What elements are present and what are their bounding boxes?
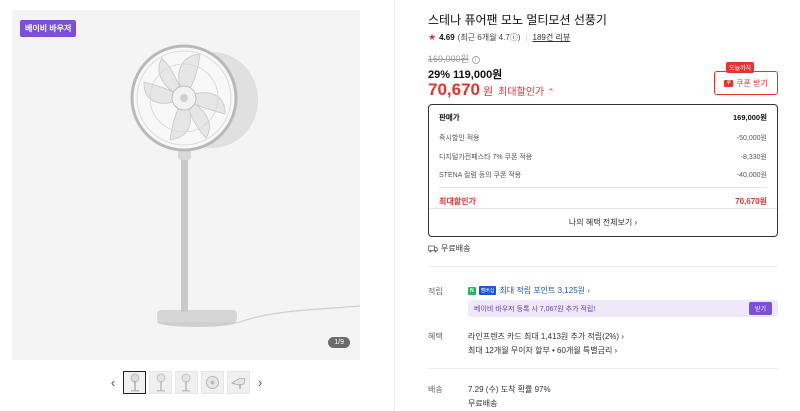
coupon-download-button[interactable]: 쿠 쿠폰 받기 bbox=[714, 71, 778, 95]
original-price: 169,000원 i bbox=[428, 52, 480, 65]
breakdown-row: 디지털가전페스타 7% 쿠폰 적용 -8,330원 bbox=[439, 148, 767, 167]
thumbnail[interactable] bbox=[201, 370, 224, 394]
breakdown-row: STENA 컬럼 등의 쿠폰 적용 -40,000원 bbox=[439, 166, 767, 185]
section-divider bbox=[428, 368, 778, 369]
max-price-number: 70,670 bbox=[428, 80, 480, 99]
card-benefit-link[interactable]: 라인프렌즈 카드 최대 1,413원 추가 적립(2%) › bbox=[468, 331, 624, 342]
get-points-button[interactable]: 받기 bbox=[748, 302, 772, 315]
info-icon[interactable]: i bbox=[471, 55, 480, 64]
points-label: 적립 bbox=[428, 287, 443, 296]
product-title: 스테나 퓨어팬 모노 멀티모션 선풍기 bbox=[428, 13, 607, 27]
breakdown-label: 즉시할인 적용 bbox=[439, 135, 480, 143]
delivery-fee: 무료배송 bbox=[468, 399, 498, 408]
delivery-label: 배송 bbox=[428, 385, 443, 394]
max-discount-price-line[interactable]: 70,670 원 최대할인가 ⌃ bbox=[428, 80, 555, 100]
divider bbox=[439, 186, 767, 188]
delivery-estimate: 7.29 (수) 도착 확률 97% bbox=[468, 385, 551, 394]
view-all-benefits-button[interactable]: 나의 혜택 전체보기 › bbox=[429, 208, 777, 236]
truck-icon bbox=[428, 245, 438, 252]
membership-badge: 멤버십 bbox=[478, 286, 497, 295]
chevron-left-icon[interactable]: ‹ bbox=[106, 375, 120, 390]
product-image-gallery[interactable]: 베이비 바우저 1/9 bbox=[12, 10, 360, 360]
points-link[interactable]: N 멤버십 최대 적립 포인트 3,125원 › bbox=[468, 285, 590, 296]
rating-score: 4.69 bbox=[439, 33, 455, 42]
breakdown-label: STENA 컬럼 등의 쿠폰 적용 bbox=[439, 172, 522, 180]
baby-bowser-badge: 베이비 바우저 bbox=[20, 20, 77, 37]
section-divider bbox=[428, 266, 778, 267]
breakdown-value: 169,000원 bbox=[732, 112, 767, 122]
breakdown-head-row: 판매가 169,000원 bbox=[439, 105, 767, 129]
column-divider bbox=[394, 0, 395, 411]
star-icon: ★ bbox=[428, 32, 437, 42]
fan-product-image bbox=[130, 44, 360, 327]
review-count-link[interactable]: 189건 리뷰 bbox=[533, 32, 571, 43]
coupon-icon: 쿠 bbox=[724, 79, 734, 87]
naver-n-badge: N bbox=[468, 286, 476, 295]
thumbnail[interactable] bbox=[227, 370, 250, 394]
breakdown-value: 70,670원 bbox=[735, 197, 767, 206]
chevron-up-icon[interactable]: ⌃ bbox=[547, 87, 555, 98]
breakdown-value: -40,000원 bbox=[736, 172, 767, 180]
image-counter: 1/9 bbox=[328, 337, 350, 348]
breakdown-label: 최대할인가 bbox=[439, 197, 476, 206]
free-shipping-note: 무료배송 bbox=[428, 243, 470, 254]
installment-benefit-link[interactable]: 최대 12개월 무이자 할부 • 60개월 특별금리 › bbox=[468, 345, 617, 356]
thumbnail-strip: ‹ › bbox=[106, 370, 267, 394]
thumbnail[interactable] bbox=[175, 370, 198, 394]
benefits-label: 혜택 bbox=[428, 332, 443, 341]
breakdown-value: -8,330원 bbox=[740, 153, 767, 161]
thumbnail[interactable] bbox=[123, 370, 146, 394]
max-price-label: 최대할인가 bbox=[498, 87, 545, 98]
coupon-area: 쿠 쿠폰 받기 오늘까지 bbox=[714, 62, 778, 96]
info-icon[interactable]: ⓘ bbox=[510, 33, 518, 42]
price-breakdown-box: 판매가 169,000원 즉시할인 적용 -50,000원 디지털가전페스타 7… bbox=[428, 104, 778, 237]
today-only-tag: 오늘까지 bbox=[726, 62, 755, 73]
breakdown-row: 즉시할인 적용 -50,000원 bbox=[439, 129, 767, 148]
recent-rating: (최근 6개월 4.7ⓘ) bbox=[457, 33, 521, 42]
baby-bowser-promo: 베이비 바우저 등록 시 7,067원 추가 적립! 받기 bbox=[468, 300, 778, 317]
max-price-unit: 원 bbox=[483, 86, 494, 98]
breakdown-label: 판매가 bbox=[439, 112, 460, 122]
breakdown-label: 디지털가전페스타 7% 쿠폰 적용 bbox=[439, 153, 533, 161]
breakdown-value: -50,000원 bbox=[736, 135, 767, 143]
rating-row: ★ 4.69 (최근 6개월 4.7ⓘ) | 189건 리뷰 bbox=[428, 32, 570, 43]
chevron-right-icon[interactable]: › bbox=[253, 375, 267, 390]
promo-text: 베이비 바우저 등록 시 7,067원 추가 적립! bbox=[474, 305, 596, 313]
separator: | bbox=[525, 33, 528, 42]
points-text: 최대 적립 포인트 3,125원 › bbox=[499, 286, 590, 295]
coupon-label: 쿠폰 받기 bbox=[736, 78, 768, 88]
thumbnail[interactable] bbox=[149, 370, 172, 394]
